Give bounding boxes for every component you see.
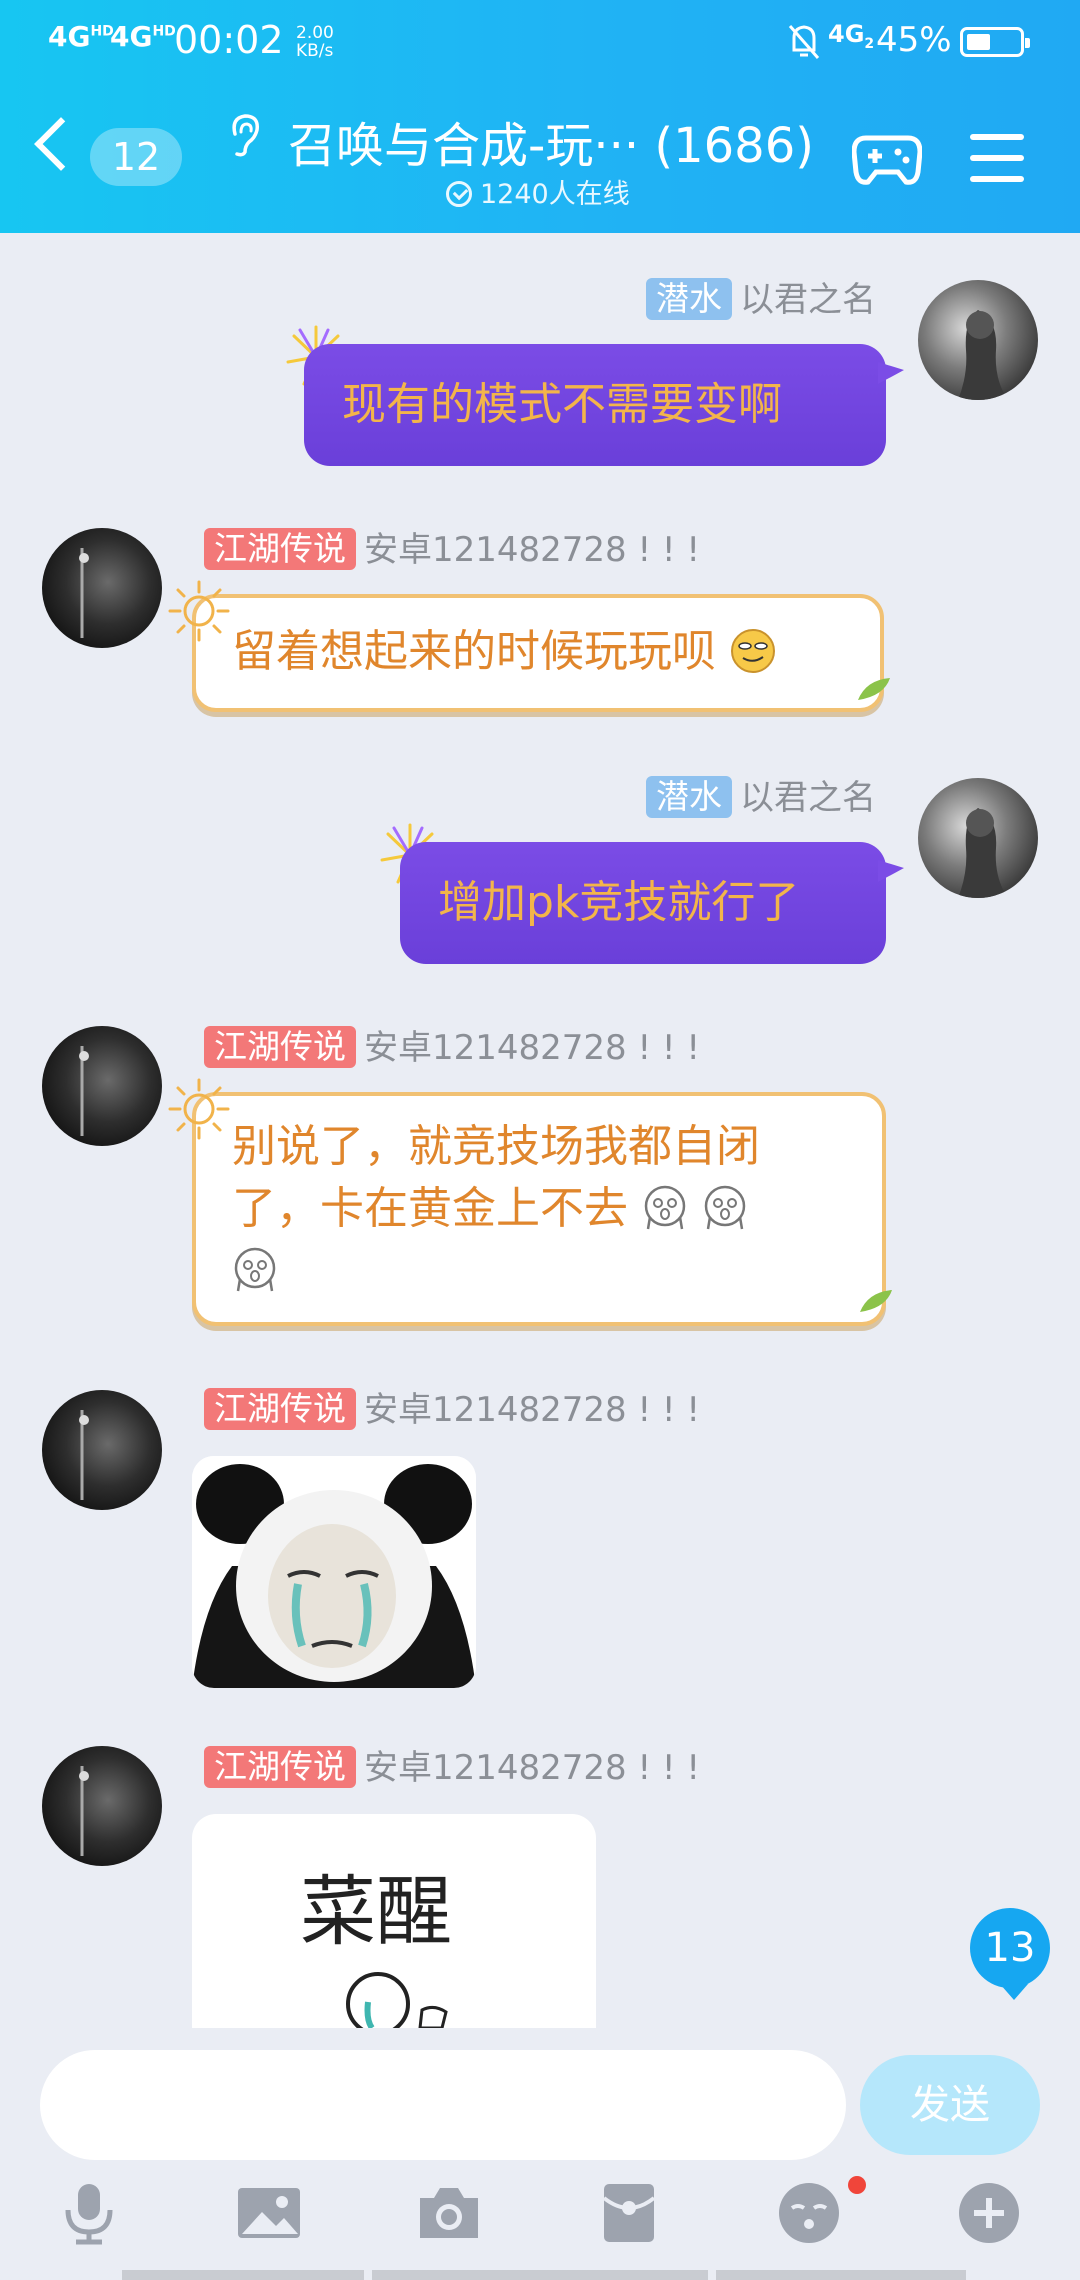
speed-unit: KB/s — [296, 41, 334, 61]
sun-icon — [168, 1078, 230, 1140]
member-badge: 江湖传说 — [204, 528, 356, 570]
avatar[interactable] — [918, 778, 1038, 898]
ear-icon[interactable] — [225, 112, 263, 158]
image-icon[interactable] — [236, 2180, 302, 2246]
message-bubble[interactable]: 留着想起来的时候玩玩呗 — [192, 594, 884, 712]
crying-face-icon — [346, 1972, 448, 2028]
speed-value: 2.00 — [296, 23, 334, 43]
member-badge: 江湖传说 — [204, 1746, 356, 1788]
unread-count-badge[interactable]: 12 — [90, 128, 182, 186]
clock: 00:02 — [174, 18, 284, 62]
network-4g: 4G2 — [828, 20, 875, 52]
gamepad-icon[interactable] — [852, 130, 922, 188]
avatar[interactable] — [42, 1746, 162, 1866]
member-badge: 江湖传说 — [204, 1388, 356, 1430]
camera-icon[interactable] — [416, 2180, 482, 2246]
scared-emoji-icon — [704, 1185, 746, 1230]
message-text: 留着想起来的时候玩玩呗 — [232, 626, 716, 677]
back-arrow-icon[interactable] — [34, 117, 88, 171]
panda-crying-sticker[interactable] — [192, 1456, 476, 1688]
sender-line: 江湖传说 安卓121482728 ! ! ! — [204, 1388, 700, 1432]
nav-handle — [716, 2270, 966, 2280]
message-bubble[interactable]: 别说了，就竞技场我都自闭 了，卡在黄金上不去 — [192, 1092, 886, 1326]
chat-header: 4GHD 4GHD 00:02 2.00 KB/s 4G2 45% 12 召唤与… — [0, 0, 1080, 233]
scared-emoji-icon — [644, 1185, 686, 1230]
sticker-image[interactable]: 菜醒 — [192, 1814, 596, 2028]
sender-line: 江湖传说 安卓121482728 ! ! ! — [204, 528, 700, 572]
mute-bell-icon — [788, 25, 820, 59]
sticker-caption: 菜醒 — [300, 1867, 452, 1956]
message-text: 现有的模式不需要变啊 — [342, 379, 782, 430]
avatar[interactable] — [42, 1026, 162, 1146]
battery-icon — [960, 27, 1030, 57]
emoji-icon[interactable] — [776, 2180, 842, 2246]
member-badge: 潜水 — [646, 278, 732, 320]
message-text-line — [232, 1240, 846, 1302]
signal-1: 4GHD — [48, 20, 114, 53]
message-input[interactable] — [40, 2050, 846, 2160]
notification-dot — [848, 2176, 866, 2194]
smirk-emoji-icon — [731, 629, 775, 673]
member-badge: 江湖传说 — [204, 1026, 356, 1068]
sender-line: 江湖传说 安卓121482728 ! ! ! — [204, 1026, 700, 1070]
sender-name: 以君之名 — [740, 778, 876, 818]
sender-name: 安卓121482728 ! ! ! — [364, 1028, 700, 1068]
online-count: 1240人在线 — [446, 172, 630, 211]
message-bubble[interactable]: 增加pk竞技就行了 — [400, 842, 904, 964]
menu-icon[interactable] — [970, 134, 1024, 182]
plus-icon[interactable] — [956, 2180, 1022, 2246]
sender-line: 潜水 以君之名 — [400, 278, 876, 322]
scared-emoji-icon — [234, 1247, 276, 1292]
battery-percent: 45% — [876, 20, 952, 60]
sun-icon — [168, 580, 230, 642]
nav-handle — [372, 2270, 708, 2280]
microphone-icon[interactable] — [56, 2180, 122, 2246]
message-text: 增加pk竞技就行了 — [438, 877, 800, 928]
signal-2: 4GHD — [110, 20, 176, 53]
leaf-icon — [860, 1290, 892, 1312]
new-messages-badge[interactable]: 13 — [970, 1908, 1050, 2000]
member-badge: 潜水 — [646, 776, 732, 818]
sender-line: 江湖传说 安卓121482728 ! ! ! — [204, 1746, 700, 1790]
message-bubble[interactable]: 现有的模式不需要变啊 — [304, 344, 904, 466]
message-text-line: 了，卡在黄金上不去 — [232, 1178, 846, 1240]
check-icon — [446, 181, 472, 207]
avatar[interactable] — [42, 1390, 162, 1510]
avatar[interactable] — [42, 528, 162, 648]
sender-name: 安卓121482728 ! ! ! — [364, 530, 700, 570]
sender-line: 潜水 以君之名 — [400, 776, 876, 820]
nav-handle — [122, 2270, 364, 2280]
group-title: 召唤与合成-玩··· (1686) — [288, 118, 814, 174]
message-text-line: 别说了，就竞技场我都自闭 — [232, 1121, 760, 1172]
sender-name: 以君之名 — [740, 280, 876, 320]
sender-name: 安卓121482728 ! ! ! — [364, 1390, 700, 1430]
sender-name: 安卓121482728 ! ! ! — [364, 1748, 700, 1788]
avatar[interactable] — [918, 280, 1038, 400]
red-packet-icon[interactable] — [596, 2180, 662, 2246]
leaf-icon — [858, 678, 890, 700]
send-button[interactable]: 发送 — [860, 2055, 1040, 2155]
